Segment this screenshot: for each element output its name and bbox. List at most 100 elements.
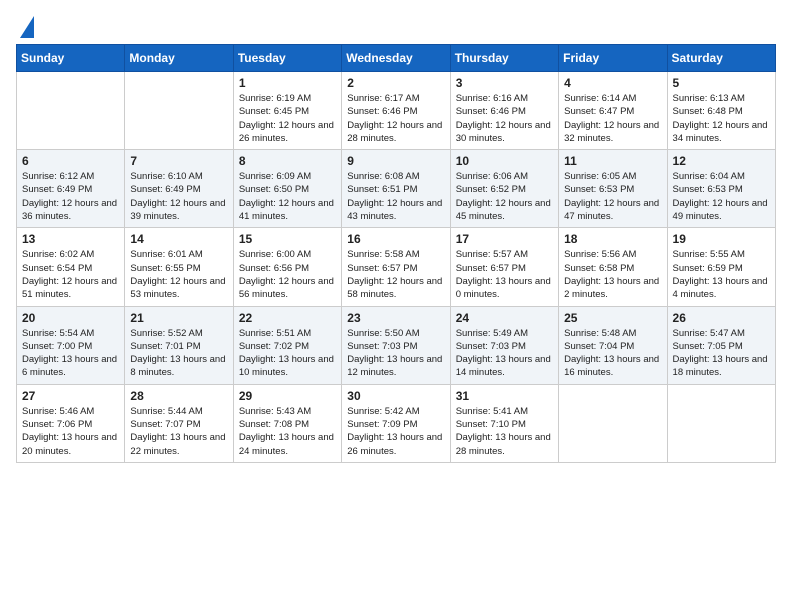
day-number: 7 <box>130 154 227 168</box>
day-number: 31 <box>456 389 553 403</box>
calendar-cell: 28 Sunrise: 5:44 AMSunset: 7:07 PMDayligh… <box>125 384 233 462</box>
cell-info: Sunrise: 5:58 AMSunset: 6:57 PMDaylight:… <box>347 248 444 301</box>
day-number: 15 <box>239 232 336 246</box>
day-number: 28 <box>130 389 227 403</box>
calendar-week-4: 20Sunrise: 5:54 AMSunset: 7:00 PMDayligh… <box>17 306 776 384</box>
cell-info: Sunrise: 6:09 AMSunset: 6:50 PMDaylight:… <box>239 170 336 223</box>
calendar-week-2: 6Sunrise: 6:12 AMSunset: 6:49 PMDaylight… <box>17 150 776 228</box>
calendar-cell: 4Sunrise: 6:14 AMSunset: 6:47 PMDaylight… <box>559 72 667 150</box>
calendar-cell: 25 Sunrise: 5:48 AMSunset: 7:04 PMDayligh… <box>559 306 667 384</box>
cell-info: Sunrise: 6:17 AMSunset: 6:46 PMDaylight:… <box>347 92 444 145</box>
cell-info: Sunrise: 5:51 AMSunset: 7:02 PMDaylight:… <box>239 327 336 380</box>
day-number: 25 <box>564 311 661 325</box>
cell-info: Sunrise: 6:04 AMSunset: 6:53 PMDaylight:… <box>673 170 770 223</box>
cell-info: Sunrise: 5:43 AMSunset: 7:08 PMDaylight:… <box>239 405 336 458</box>
col-header-tuesday: Tuesday <box>233 45 341 72</box>
calendar-cell: 15 Sunrise: 6:00 AMSunset: 6:56 PMDayligh… <box>233 228 341 306</box>
calendar-cell: 9 Sunrise: 6:08 AMSunset: 6:51 PMDaylight… <box>342 150 450 228</box>
cell-info: Sunrise: 5:49 AMSunset: 7:03 PMDaylight:… <box>456 327 553 380</box>
day-number: 29 <box>239 389 336 403</box>
day-number: 5 <box>673 76 770 90</box>
day-number: 23 <box>347 311 444 325</box>
calendar-cell: 23 Sunrise: 5:50 AMSunset: 7:03 PMDayligh… <box>342 306 450 384</box>
calendar-cell: 30 Sunrise: 5:42 AMSunset: 7:09 PMDayligh… <box>342 384 450 462</box>
cell-info: Sunrise: 6:06 AMSunset: 6:52 PMDaylight:… <box>456 170 553 223</box>
day-number: 14 <box>130 232 227 246</box>
cell-info: Sunrise: 6:01 AMSunset: 6:55 PMDaylight:… <box>130 248 227 301</box>
col-header-monday: Monday <box>125 45 233 72</box>
cell-info: Sunrise: 5:54 AMSunset: 7:00 PMDaylight:… <box>22 327 119 380</box>
day-number: 30 <box>347 389 444 403</box>
calendar-cell <box>559 384 667 462</box>
day-number: 10 <box>456 154 553 168</box>
calendar-cell: 17 Sunrise: 5:57 AMSunset: 6:57 PMDayligh… <box>450 228 558 306</box>
day-number: 8 <box>239 154 336 168</box>
calendar-cell: 7 Sunrise: 6:10 AMSunset: 6:49 PMDaylight… <box>125 150 233 228</box>
calendar-cell: 14 Sunrise: 6:01 AMSunset: 6:55 PMDayligh… <box>125 228 233 306</box>
calendar-cell: 5 Sunrise: 6:13 AMSunset: 6:48 PMDaylight… <box>667 72 775 150</box>
calendar-cell: 24 Sunrise: 5:49 AMSunset: 7:03 PMDayligh… <box>450 306 558 384</box>
cell-info: Sunrise: 5:57 AMSunset: 6:57 PMDaylight:… <box>456 248 553 301</box>
calendar-week-3: 13 Sunrise: 6:02 AMSunset: 6:54 PMDayligh… <box>17 228 776 306</box>
cell-info: Sunrise: 6:19 AMSunset: 6:45 PMDaylight:… <box>239 92 336 145</box>
cell-info: Sunrise: 5:46 AMSunset: 7:06 PMDaylight:… <box>22 405 119 458</box>
calendar-cell: 19Sunrise: 5:55 AMSunset: 6:59 PMDayligh… <box>667 228 775 306</box>
page-header <box>16 16 776 34</box>
calendar-cell <box>17 72 125 150</box>
calendar-cell: 22 Sunrise: 5:51 AMSunset: 7:02 PMDayligh… <box>233 306 341 384</box>
calendar-cell: 1 Sunrise: 6:19 AMSunset: 6:45 PMDaylight… <box>233 72 341 150</box>
calendar-cell: 18 Sunrise: 5:56 AMSunset: 6:58 PMDayligh… <box>559 228 667 306</box>
day-number: 24 <box>456 311 553 325</box>
calendar-cell: 2 Sunrise: 6:17 AMSunset: 6:46 PMDaylight… <box>342 72 450 150</box>
calendar-cell: 6Sunrise: 6:12 AMSunset: 6:49 PMDaylight… <box>17 150 125 228</box>
calendar-cell: 21Sunrise: 5:52 AMSunset: 7:01 PMDayligh… <box>125 306 233 384</box>
calendar-cell <box>125 72 233 150</box>
day-number: 2 <box>347 76 444 90</box>
cell-info: Sunrise: 6:14 AMSunset: 6:47 PMDaylight:… <box>564 92 661 145</box>
cell-info: Sunrise: 5:50 AMSunset: 7:03 PMDaylight:… <box>347 327 444 380</box>
day-number: 27 <box>22 389 119 403</box>
cell-info: Sunrise: 6:08 AMSunset: 6:51 PMDaylight:… <box>347 170 444 223</box>
cell-info: Sunrise: 5:52 AMSunset: 7:01 PMDaylight:… <box>130 327 227 380</box>
col-header-wednesday: Wednesday <box>342 45 450 72</box>
col-header-friday: Friday <box>559 45 667 72</box>
calendar-cell: 31Sunrise: 5:41 AMSunset: 7:10 PMDayligh… <box>450 384 558 462</box>
calendar-cell: 13 Sunrise: 6:02 AMSunset: 6:54 PMDayligh… <box>17 228 125 306</box>
day-number: 6 <box>22 154 119 168</box>
cell-info: Sunrise: 6:05 AMSunset: 6:53 PMDaylight:… <box>564 170 661 223</box>
day-number: 19 <box>673 232 770 246</box>
calendar-cell: 10 Sunrise: 6:06 AMSunset: 6:52 PMDayligh… <box>450 150 558 228</box>
day-number: 11 <box>564 154 661 168</box>
calendar-cell: 16 Sunrise: 5:58 AMSunset: 6:57 PMDayligh… <box>342 228 450 306</box>
calendar-header-row: SundayMondayTuesdayWednesdayThursdayFrid… <box>17 45 776 72</box>
day-number: 17 <box>456 232 553 246</box>
cell-info: Sunrise: 6:00 AMSunset: 6:56 PMDaylight:… <box>239 248 336 301</box>
col-header-sunday: Sunday <box>17 45 125 72</box>
day-number: 26 <box>673 311 770 325</box>
cell-info: Sunrise: 5:44 AMSunset: 7:07 PMDaylight:… <box>130 405 227 458</box>
cell-info: Sunrise: 5:56 AMSunset: 6:58 PMDaylight:… <box>564 248 661 301</box>
cell-info: Sunrise: 5:48 AMSunset: 7:04 PMDaylight:… <box>564 327 661 380</box>
cell-info: Sunrise: 5:42 AMSunset: 7:09 PMDaylight:… <box>347 405 444 458</box>
day-number: 1 <box>239 76 336 90</box>
cell-info: Sunrise: 6:02 AMSunset: 6:54 PMDaylight:… <box>22 248 119 301</box>
cell-info: Sunrise: 6:10 AMSunset: 6:49 PMDaylight:… <box>130 170 227 223</box>
calendar-cell: 20Sunrise: 5:54 AMSunset: 7:00 PMDayligh… <box>17 306 125 384</box>
calendar-cell: 26 Sunrise: 5:47 AMSunset: 7:05 PMDayligh… <box>667 306 775 384</box>
calendar-week-5: 27 Sunrise: 5:46 AMSunset: 7:06 PMDayligh… <box>17 384 776 462</box>
calendar-cell: 29 Sunrise: 5:43 AMSunset: 7:08 PMDayligh… <box>233 384 341 462</box>
calendar-cell: 8 Sunrise: 6:09 AMSunset: 6:50 PMDaylight… <box>233 150 341 228</box>
calendar-cell <box>667 384 775 462</box>
calendar-cell: 3Sunrise: 6:16 AMSunset: 6:46 PMDaylight… <box>450 72 558 150</box>
day-number: 13 <box>22 232 119 246</box>
day-number: 16 <box>347 232 444 246</box>
cell-info: Sunrise: 6:13 AMSunset: 6:48 PMDaylight:… <box>673 92 770 145</box>
col-header-saturday: Saturday <box>667 45 775 72</box>
calendar-table: SundayMondayTuesdayWednesdayThursdayFrid… <box>16 44 776 463</box>
day-number: 9 <box>347 154 444 168</box>
day-number: 22 <box>239 311 336 325</box>
col-header-thursday: Thursday <box>450 45 558 72</box>
day-number: 3 <box>456 76 553 90</box>
cell-info: Sunrise: 5:47 AMSunset: 7:05 PMDaylight:… <box>673 327 770 380</box>
day-number: 18 <box>564 232 661 246</box>
